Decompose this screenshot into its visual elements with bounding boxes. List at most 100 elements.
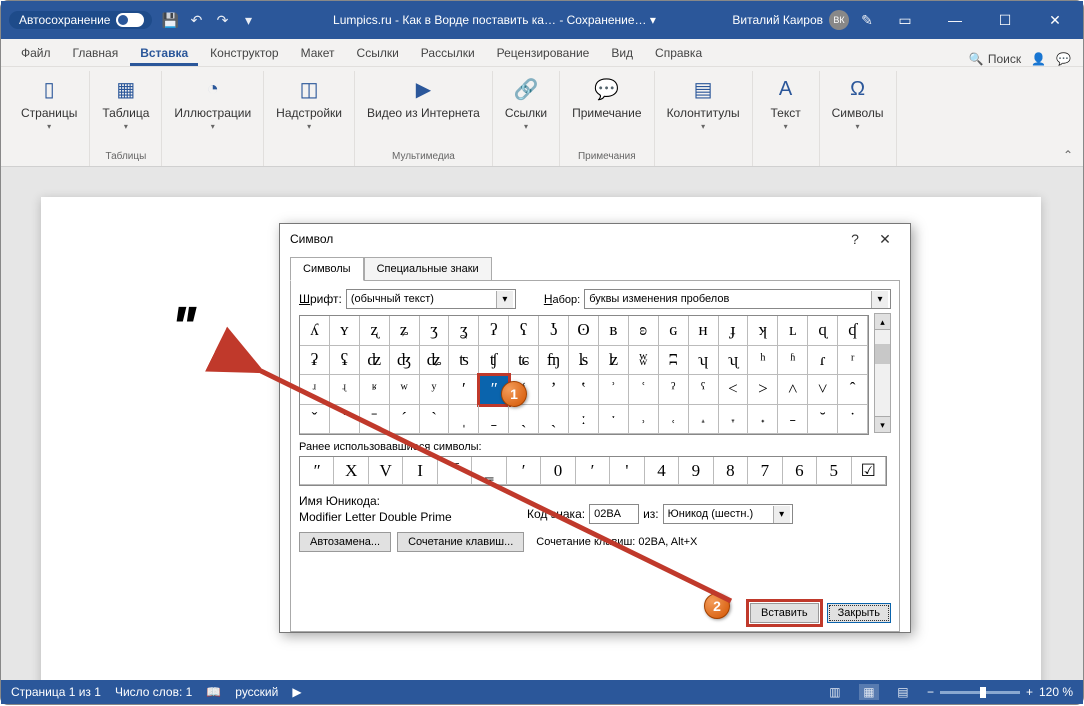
tab-layout[interactable]: Макет <box>291 40 345 66</box>
symbol-cell[interactable]: ˔ <box>689 405 719 435</box>
symbol-cell[interactable]: ɾ <box>808 346 838 376</box>
dialog-close-button[interactable]: ✕ <box>870 231 900 248</box>
recent-symbol-cell[interactable]: ☑ <box>852 457 886 485</box>
recent-symbol-cell[interactable]: 5 <box>817 457 851 485</box>
tab-home[interactable]: Главная <box>63 40 129 66</box>
share-icon[interactable]: 👤 <box>1031 52 1046 66</box>
comments-icon[interactable]: 💬 <box>1056 52 1071 66</box>
symbol-cell[interactable]: ʢ <box>330 346 360 376</box>
symbol-cell[interactable]: ˂ <box>719 375 749 405</box>
insert-button[interactable]: Вставить <box>750 603 819 623</box>
symbol-cell[interactable]: ʭ <box>659 346 689 376</box>
symbol-cell[interactable]: ˌ <box>449 405 479 435</box>
help-button[interactable]: ? <box>840 231 870 247</box>
text-button[interactable]: AТекст▾ <box>761 71 811 136</box>
symbol-cell[interactable]: ː <box>569 405 599 435</box>
symbol-cell[interactable]: ʽ <box>569 375 599 405</box>
symbol-cell[interactable]: ʐ <box>360 316 390 346</box>
page-status[interactable]: Страница 1 из 1 <box>11 685 101 699</box>
symbol-cell[interactable]: ʦ <box>449 346 479 376</box>
recent-symbol-cell[interactable]: I <box>403 457 437 485</box>
tab-mail[interactable]: Рассылки <box>411 40 485 66</box>
scroll-thumb[interactable] <box>875 344 890 364</box>
symbol-cell[interactable]: ʮ <box>689 346 719 376</box>
symbol-cell[interactable]: ʎ <box>300 316 330 346</box>
symbol-cell[interactable]: ʨ <box>509 346 539 376</box>
symbol-cell[interactable]: ˈ <box>330 405 360 435</box>
symbol-cell[interactable]: ʙ <box>599 316 629 346</box>
printlayout-icon[interactable]: ▦ <box>859 684 879 700</box>
tab-insert[interactable]: Вставка <box>130 40 198 66</box>
close-button[interactable]: ✕ <box>1035 6 1075 34</box>
cancel-button[interactable]: Закрыть <box>827 603 891 623</box>
symbol-cell[interactable]: ʩ <box>539 346 569 376</box>
symbol-cell[interactable]: ʹ <box>449 375 479 405</box>
symbol-cell[interactable]: ʑ <box>390 316 420 346</box>
dialog-titlebar[interactable]: Символ ? ✕ <box>280 224 910 254</box>
recent-symbol-cell[interactable]: X <box>334 457 368 485</box>
table-button[interactable]: ▦Таблица▾ <box>98 71 153 136</box>
recent-symbol-cell[interactable]: ′ <box>507 457 541 485</box>
scroll-down-icon[interactable]: ▾ <box>875 416 890 432</box>
symbol-cell[interactable]: ʏ <box>330 316 360 346</box>
symbol-cell[interactable]: ʷ <box>390 375 420 405</box>
symbol-cell[interactable]: ʒ <box>420 316 450 346</box>
macro-icon[interactable]: ▶ <box>292 685 301 699</box>
grid-scrollbar[interactable]: ▴ ▾ <box>874 313 891 433</box>
symbol-cell[interactable]: ˖ <box>748 405 778 435</box>
tab-view[interactable]: Вид <box>601 40 643 66</box>
addins-button[interactable]: ◫Надстройки▾ <box>272 71 346 136</box>
symbol-cell[interactable]: ʘ <box>569 316 599 346</box>
symbol-cell[interactable]: ˅ <box>808 375 838 405</box>
symbol-cell[interactable]: ʓ <box>449 316 479 346</box>
symbol-cell[interactable]: ʱ <box>778 346 808 376</box>
maximize-button[interactable]: ☐ <box>985 6 1025 34</box>
tab-file[interactable]: Файл <box>11 40 61 66</box>
symbols-button[interactable]: ΩСимволы▾ <box>828 71 888 136</box>
tab-refs[interactable]: Ссылки <box>347 40 409 66</box>
links-button[interactable]: 🔗Ссылки▾ <box>501 71 551 136</box>
charcode-input[interactable] <box>589 504 639 524</box>
toggle-switch[interactable] <box>116 13 144 27</box>
tab-help[interactable]: Справка <box>645 40 712 66</box>
zoom-out-icon[interactable]: − <box>927 685 934 699</box>
shortcut-button[interactable]: Сочетание клавиш... <box>397 532 524 552</box>
recent-symbol-cell[interactable]: ' <box>610 457 644 485</box>
recent-symbol-cell[interactable]: 4 <box>645 457 679 485</box>
symbol-cell[interactable]: ˏ <box>539 405 569 435</box>
recent-symbol-cell[interactable]: 8 <box>714 457 748 485</box>
symbol-cell[interactable]: ˃ <box>748 375 778 405</box>
pen-icon[interactable]: ✎ <box>859 12 875 28</box>
redo-icon[interactable]: ↷ <box>214 12 230 28</box>
search-box[interactable]: 🔍Поиск <box>969 52 1021 66</box>
symbol-cell[interactable]: ʾ <box>599 375 629 405</box>
readmode-icon[interactable]: ▥ <box>825 684 845 700</box>
symbol-cell[interactable]: ʿ <box>629 375 659 405</box>
user-account[interactable]: Виталий Каиров ВК <box>732 10 849 30</box>
symbol-cell[interactable]: ˎ <box>509 405 539 435</box>
symbol-cell[interactable]: ˘ <box>808 405 838 435</box>
weblayout-icon[interactable]: ▤ <box>893 684 913 700</box>
minimize-button[interactable]: — <box>935 6 975 34</box>
recent-symbol-cell[interactable]: 9 <box>679 457 713 485</box>
recent-symbol-cell[interactable]: 6 <box>783 457 817 485</box>
symbol-cell[interactable]: ɢ <box>659 316 689 346</box>
from-combo[interactable]: Юникод (шестн.) <box>663 504 793 524</box>
symbol-cell[interactable]: ˉ <box>360 405 390 435</box>
symbol-cell[interactable]: ˇ <box>300 405 330 435</box>
symbol-cell[interactable]: ˊ <box>390 405 420 435</box>
pages-button[interactable]: ▯Страницы▾ <box>17 71 81 136</box>
symbol-cell[interactable]: ˓ <box>659 405 689 435</box>
symbol-cell[interactable]: ʚ <box>629 316 659 346</box>
symbol-cell[interactable]: ˄ <box>778 375 808 405</box>
recent-symbol-cell[interactable]: 0 <box>541 457 575 485</box>
tab-symbols-dialog[interactable]: Символы <box>290 257 364 281</box>
spellcheck-icon[interactable]: 📖 <box>206 685 221 699</box>
illustrations-button[interactable]: ◔Иллюстрации▾ <box>170 71 255 136</box>
recent-symbol-cell[interactable]: ʺ <box>300 457 334 485</box>
symbol-cell[interactable]: ˗ <box>778 405 808 435</box>
symbol-cell[interactable]: ʤ <box>390 346 420 376</box>
recent-symbol-cell[interactable]: ¯ <box>438 457 472 485</box>
symbol-cell[interactable]: ʔ <box>479 316 509 346</box>
symbol-cell[interactable]: ʯ <box>719 346 749 376</box>
